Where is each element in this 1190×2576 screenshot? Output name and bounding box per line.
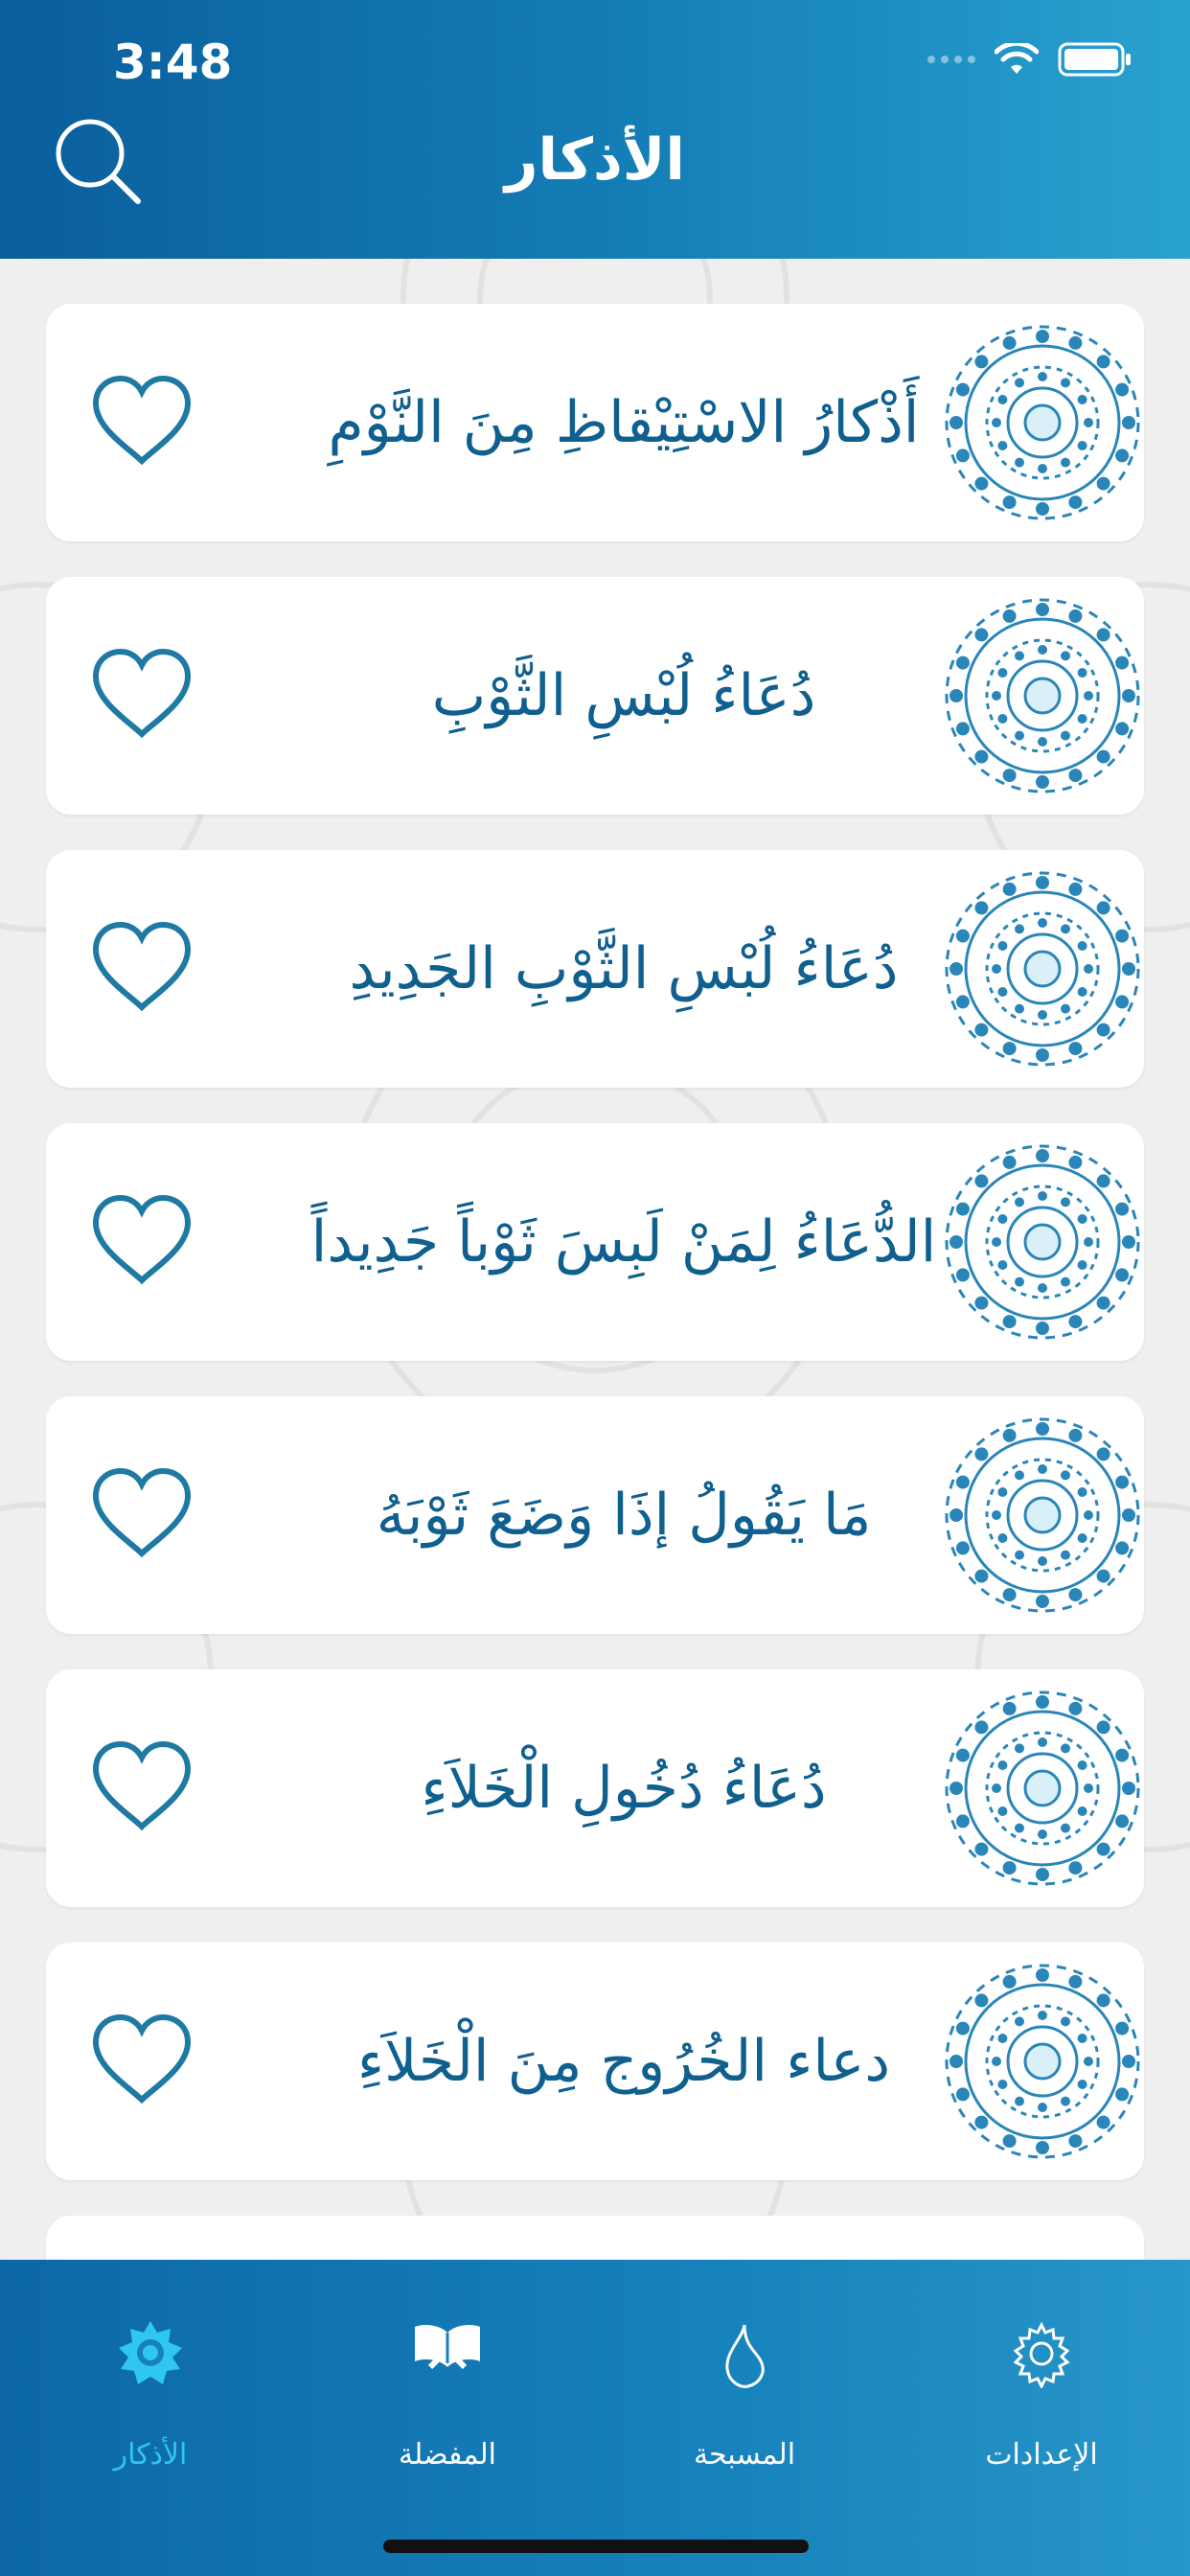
mandala-ornament-icon [945, 1690, 1140, 1886]
mandala-ornament-icon [945, 598, 1140, 794]
page-title: الأذكار [505, 126, 685, 194]
list-item-label: دُعَاءُ دُخُولِ الْخَلاَءِ [421, 1755, 827, 1822]
favorite-heart-icon[interactable] [88, 2012, 195, 2107]
list-item-label: دُعَاءُ لُبْسِ الثَّوْبِ الجَدِيدِ [349, 935, 899, 1002]
list-item-label: أَذْكارُ الاسْتِيْقاظِ مِنَ النَّوْمِ [328, 389, 920, 456]
favorite-heart-icon[interactable] [88, 1738, 195, 1834]
tab-adhkar-label: الأذكار [113, 2438, 188, 2472]
status-indicators [927, 42, 1133, 77]
tab-settings-label: الإعدادات [985, 2438, 1098, 2472]
list-item[interactable]: أَذْكارُ الاسْتِيْقاظِ مِنَ النَّوْمِ [46, 304, 1144, 541]
list-item[interactable]: دُعَاءُ لُبْسِ الثَّوْبِ [46, 577, 1144, 815]
tab-favorites-label: المفضلة [398, 2438, 497, 2472]
tab-adhkar[interactable]: الأذكار [2, 2260, 299, 2499]
mandala-ornament-icon [945, 871, 1140, 1067]
tab-settings[interactable]: الإعدادات [893, 2260, 1190, 2499]
home-indicator [383, 2540, 809, 2553]
list-item-label: الدُّعَاءُ لِمَنْ لَبِسَ ثَوْباً جَدِيدا… [310, 1208, 937, 1276]
favorite-heart-icon[interactable] [88, 1465, 195, 1561]
gear-icon [1013, 2321, 1070, 2388]
list-item-label: مَا يَقُولُ إذَا وَضَعَ ثَوْبَهُ [376, 1482, 872, 1549]
list-item[interactable]: دعاء الخُرُوج مِنَ الْخَلاَءِ [46, 1943, 1144, 2180]
status-time: 3:48 [113, 34, 233, 90]
favorite-heart-icon[interactable] [88, 919, 195, 1015]
tab-rosary[interactable]: المسبحة [596, 2260, 893, 2499]
signal-icon [927, 56, 975, 63]
mandala-star-icon [119, 2321, 182, 2384]
tab-favorites[interactable]: المفضلة [299, 2260, 596, 2499]
list-item-label: دُعَاءُ لُبْسِ الثَّوْبِ [431, 662, 816, 729]
mandala-ornament-icon [945, 325, 1140, 520]
app-header: 3:48 الأذكار [0, 0, 1190, 259]
mandala-ornament-icon [945, 1417, 1140, 1613]
wifi-icon [995, 43, 1039, 74]
list-item[interactable]: الدُّعَاءُ لِمَنْ لَبِسَ ثَوْباً جَدِيدا… [46, 1123, 1144, 1361]
favorite-heart-icon[interactable] [88, 373, 195, 469]
battery-icon [1058, 42, 1131, 77]
mandala-ornament-icon [945, 1964, 1140, 2159]
list-item-partial[interactable] [46, 2216, 1144, 2260]
tab-rosary-label: المسبحة [693, 2438, 796, 2472]
list-item-label: دعاء الخُرُوج مِنَ الْخَلاَءِ [356, 2028, 891, 2095]
quran-book-icon [415, 2325, 480, 2370]
adhkar-list: أَذْكارُ الاسْتِيْقاظِ مِنَ النَّوْمِ دُ… [0, 259, 1190, 2260]
list-item[interactable]: مَا يَقُولُ إذَا وَضَعَ ثَوْبَهُ [46, 1396, 1144, 1634]
list-item[interactable]: دُعَاءُ دُخُولِ الْخَلاَءِ [46, 1669, 1144, 1907]
mandala-ornament-icon [945, 1144, 1140, 1340]
favorite-heart-icon[interactable] [88, 646, 195, 742]
drop-icon [725, 2324, 765, 2388]
list-item[interactable]: دُعَاءُ لُبْسِ الثَّوْبِ الجَدِيدِ [46, 850, 1144, 1088]
favorite-heart-icon[interactable] [88, 1192, 195, 1288]
tab-bar: الإعدادات المسبحة المفضلة الأذكار [0, 2260, 1190, 2576]
